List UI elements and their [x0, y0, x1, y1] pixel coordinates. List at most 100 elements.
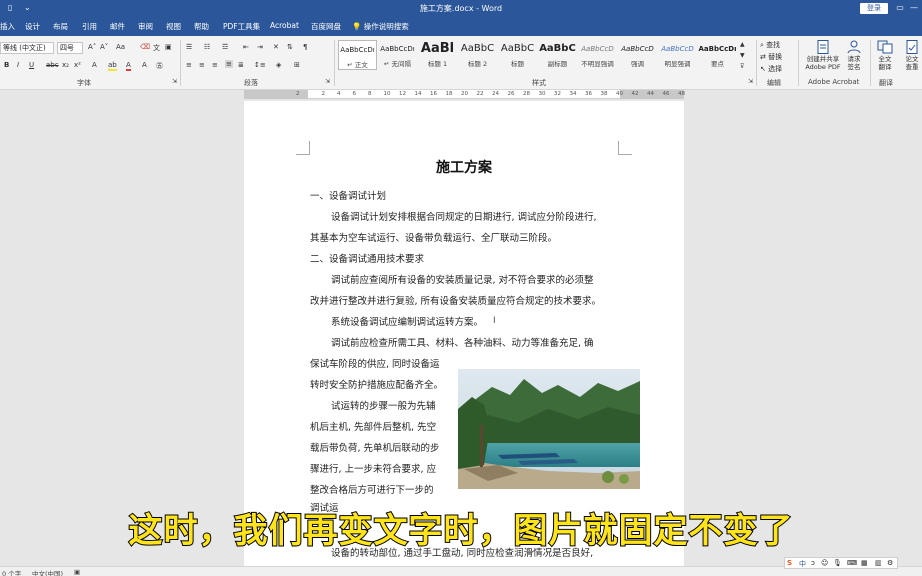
login-button[interactable]: 登录: [860, 3, 888, 14]
word-count[interactable]: 0 个字: [2, 568, 21, 576]
styles-scroll-up-icon[interactable]: ▲: [740, 41, 745, 48]
ruler-number: 26: [507, 91, 515, 97]
paper-check-button[interactable]: 论文 查重: [902, 40, 922, 71]
char-border-icon[interactable]: ▣: [165, 43, 172, 51]
chinese-layout-icon[interactable]: ✕: [273, 43, 279, 51]
macro-record-icon[interactable]: ▣: [74, 568, 80, 576]
align-center-icon[interactable]: ≡: [199, 61, 205, 69]
styles-dialog-launcher-icon[interactable]: ⇲: [748, 78, 753, 85]
create-share-pdf-button[interactable]: 创建并共享 Adobe PDF: [802, 40, 844, 71]
tab-view[interactable]: 视图: [166, 21, 181, 32]
tab-pdf-tools[interactable]: PDF工具集: [223, 21, 260, 32]
align-left-icon[interactable]: ≡: [186, 61, 192, 69]
style-no-spacing[interactable]: AaBbCcDı ↵ 无间隔: [378, 40, 417, 70]
align-right-icon[interactable]: ≡: [212, 61, 218, 69]
enclose-char-icon[interactable]: ㊄: [156, 61, 163, 71]
shrink-font-icon[interactable]: A˅: [100, 43, 108, 51]
styles-scroll-down-icon[interactable]: ▼: [740, 52, 745, 59]
find-button[interactable]: ⌕ 查找: [760, 40, 780, 50]
phonetic-guide-icon[interactable]: 文: [153, 43, 160, 53]
ime-skin-icon[interactable]: ▦: [861, 559, 868, 567]
ime-toolbar[interactable]: S 中 ɔ ☺ 🎙 ⌨ ▦ ▥ ⚙: [784, 557, 898, 569]
grow-font-icon[interactable]: A˄: [88, 43, 96, 51]
style-heading-1[interactable]: AaBl 标题 1: [418, 40, 457, 70]
ruler-number: 38: [600, 91, 608, 97]
ime-punctuation-icon[interactable]: ɔ: [811, 559, 815, 567]
embedded-image[interactable]: [458, 369, 640, 489]
strikethrough-icon[interactable]: abc: [46, 61, 59, 69]
style-heading-2[interactable]: AaBbC 标题 2: [458, 40, 497, 70]
bold-icon[interactable]: B: [4, 61, 9, 69]
request-signature-button[interactable]: 请求 签名: [844, 40, 864, 71]
numbering-icon[interactable]: ☷: [204, 43, 210, 51]
acrobat-group-label: Adobe Acrobat: [808, 78, 860, 86]
shading-icon[interactable]: ◈: [276, 61, 281, 69]
italic-icon[interactable]: I: [17, 61, 19, 69]
char-shading-icon[interactable]: A: [142, 61, 147, 69]
show-marks-icon[interactable]: ¶: [303, 43, 307, 51]
tab-mailings[interactable]: 邮件: [110, 21, 125, 32]
font-name-select[interactable]: 等线 (中文正): [0, 42, 54, 54]
text-effects-icon[interactable]: A: [92, 61, 97, 69]
ruler-number: 14: [414, 91, 422, 97]
style-normal[interactable]: AaBbCcDı ↵ 正文: [338, 40, 377, 70]
language-indicator[interactable]: 中文(中国): [32, 568, 63, 576]
margin-mark-top-left: [296, 141, 310, 155]
document-page[interactable]: 施工方案 一、设备调试计划 设备调试计划安排根据合同规定的日期进行, 调试应分阶…: [244, 101, 684, 571]
ruler-number: 32: [554, 91, 561, 97]
ime-mode-indicator[interactable]: 中: [799, 559, 806, 569]
subscript-icon[interactable]: x₂: [62, 61, 69, 69]
bullets-icon[interactable]: ☰: [186, 43, 192, 51]
doc-line: 设备调试计划安排根据合同规定的日期进行, 调试应分阶段进行,: [331, 212, 597, 223]
tab-review[interactable]: 审阅: [138, 21, 153, 32]
paragraph-dialog-launcher-icon[interactable]: ⇲: [325, 78, 330, 85]
style-subtle-emphasis[interactable]: AaBbCcD 不明显强调: [578, 40, 617, 70]
sort-icon[interactable]: ⇅: [287, 43, 293, 51]
borders-icon[interactable]: ⊞: [294, 61, 300, 69]
replace-icon: ⇄: [760, 53, 766, 61]
select-button[interactable]: ↖ 选择: [760, 64, 782, 74]
ime-keyboard-icon[interactable]: ⌨: [847, 559, 857, 567]
superscript-icon[interactable]: x²: [74, 61, 81, 69]
ime-toolbox-icon[interactable]: ▥: [875, 559, 882, 567]
ime-settings-icon[interactable]: ⚙: [887, 559, 893, 567]
justify-icon[interactable]: ≡: [225, 60, 233, 68]
underline-icon[interactable]: U: [29, 61, 34, 69]
ruler-number: 48: [678, 91, 685, 97]
style-subtitle[interactable]: AaBbC 副标题: [538, 40, 577, 70]
distribute-icon[interactable]: ≣: [238, 61, 244, 69]
tab-layout[interactable]: 布局: [53, 21, 68, 32]
decrease-indent-icon[interactable]: ⇤: [243, 43, 249, 51]
minimize-button[interactable]: —: [908, 2, 920, 14]
font-color-icon[interactable]: A: [126, 61, 131, 71]
tell-me-search[interactable]: 💡 操作说明搜索: [352, 21, 409, 32]
ribbon-display-options-icon[interactable]: ▭: [894, 2, 906, 14]
font-size-select[interactable]: 四号: [57, 42, 83, 54]
tab-baidu-netdisk[interactable]: 百度网盘: [311, 21, 341, 32]
styles-more-icon[interactable]: ⊽: [740, 63, 744, 70]
tab-acrobat[interactable]: Acrobat: [270, 21, 299, 30]
clear-format-icon[interactable]: ⌫: [140, 43, 150, 51]
change-case-icon[interactable]: Aa: [116, 43, 125, 51]
replace-button[interactable]: ⇄ 替换: [760, 52, 782, 62]
full-translate-button[interactable]: 全文 翻译: [874, 40, 896, 71]
search-icon: ⌕: [760, 41, 764, 49]
increase-indent-icon[interactable]: ⇥: [257, 43, 263, 51]
ime-emoji-icon[interactable]: ☺: [821, 559, 828, 567]
ribbon: 等线 (中文正) 四号 A˄ A˅ Aa ⌫ 文 ▣ B I U abc x₂ …: [0, 36, 922, 90]
line-spacing-icon[interactable]: ↕≡: [254, 61, 266, 69]
style-strong[interactable]: AaBbCcDı 要点: [698, 40, 737, 70]
tab-references[interactable]: 引用: [82, 21, 97, 32]
tab-design[interactable]: 设计: [25, 21, 40, 32]
font-dialog-launcher-icon[interactable]: ⇲: [172, 78, 177, 85]
tab-insert[interactable]: 插入: [0, 21, 15, 32]
tab-help[interactable]: 帮助: [194, 21, 209, 32]
ime-voice-icon[interactable]: 🎙: [833, 559, 842, 567]
style-intense-emphasis[interactable]: AaBbCcD 明显强调: [658, 40, 697, 70]
style-title[interactable]: AaBbC 标题: [498, 40, 537, 70]
style-emphasis[interactable]: AaBbCcD 强调: [618, 40, 657, 70]
highlight-icon[interactable]: ab: [108, 61, 117, 71]
title-bar: ▯ ⌄ 施工方案.docx - Word 登录 ▭ —: [0, 0, 922, 17]
horizontal-ruler[interactable]: 2 2 4 6 8 10 12 14 16 18 20 22 24 26 28 30 32 34 36 38 40 42 4…: [244, 90, 685, 99]
multilevel-list-icon[interactable]: ☲: [222, 43, 228, 51]
